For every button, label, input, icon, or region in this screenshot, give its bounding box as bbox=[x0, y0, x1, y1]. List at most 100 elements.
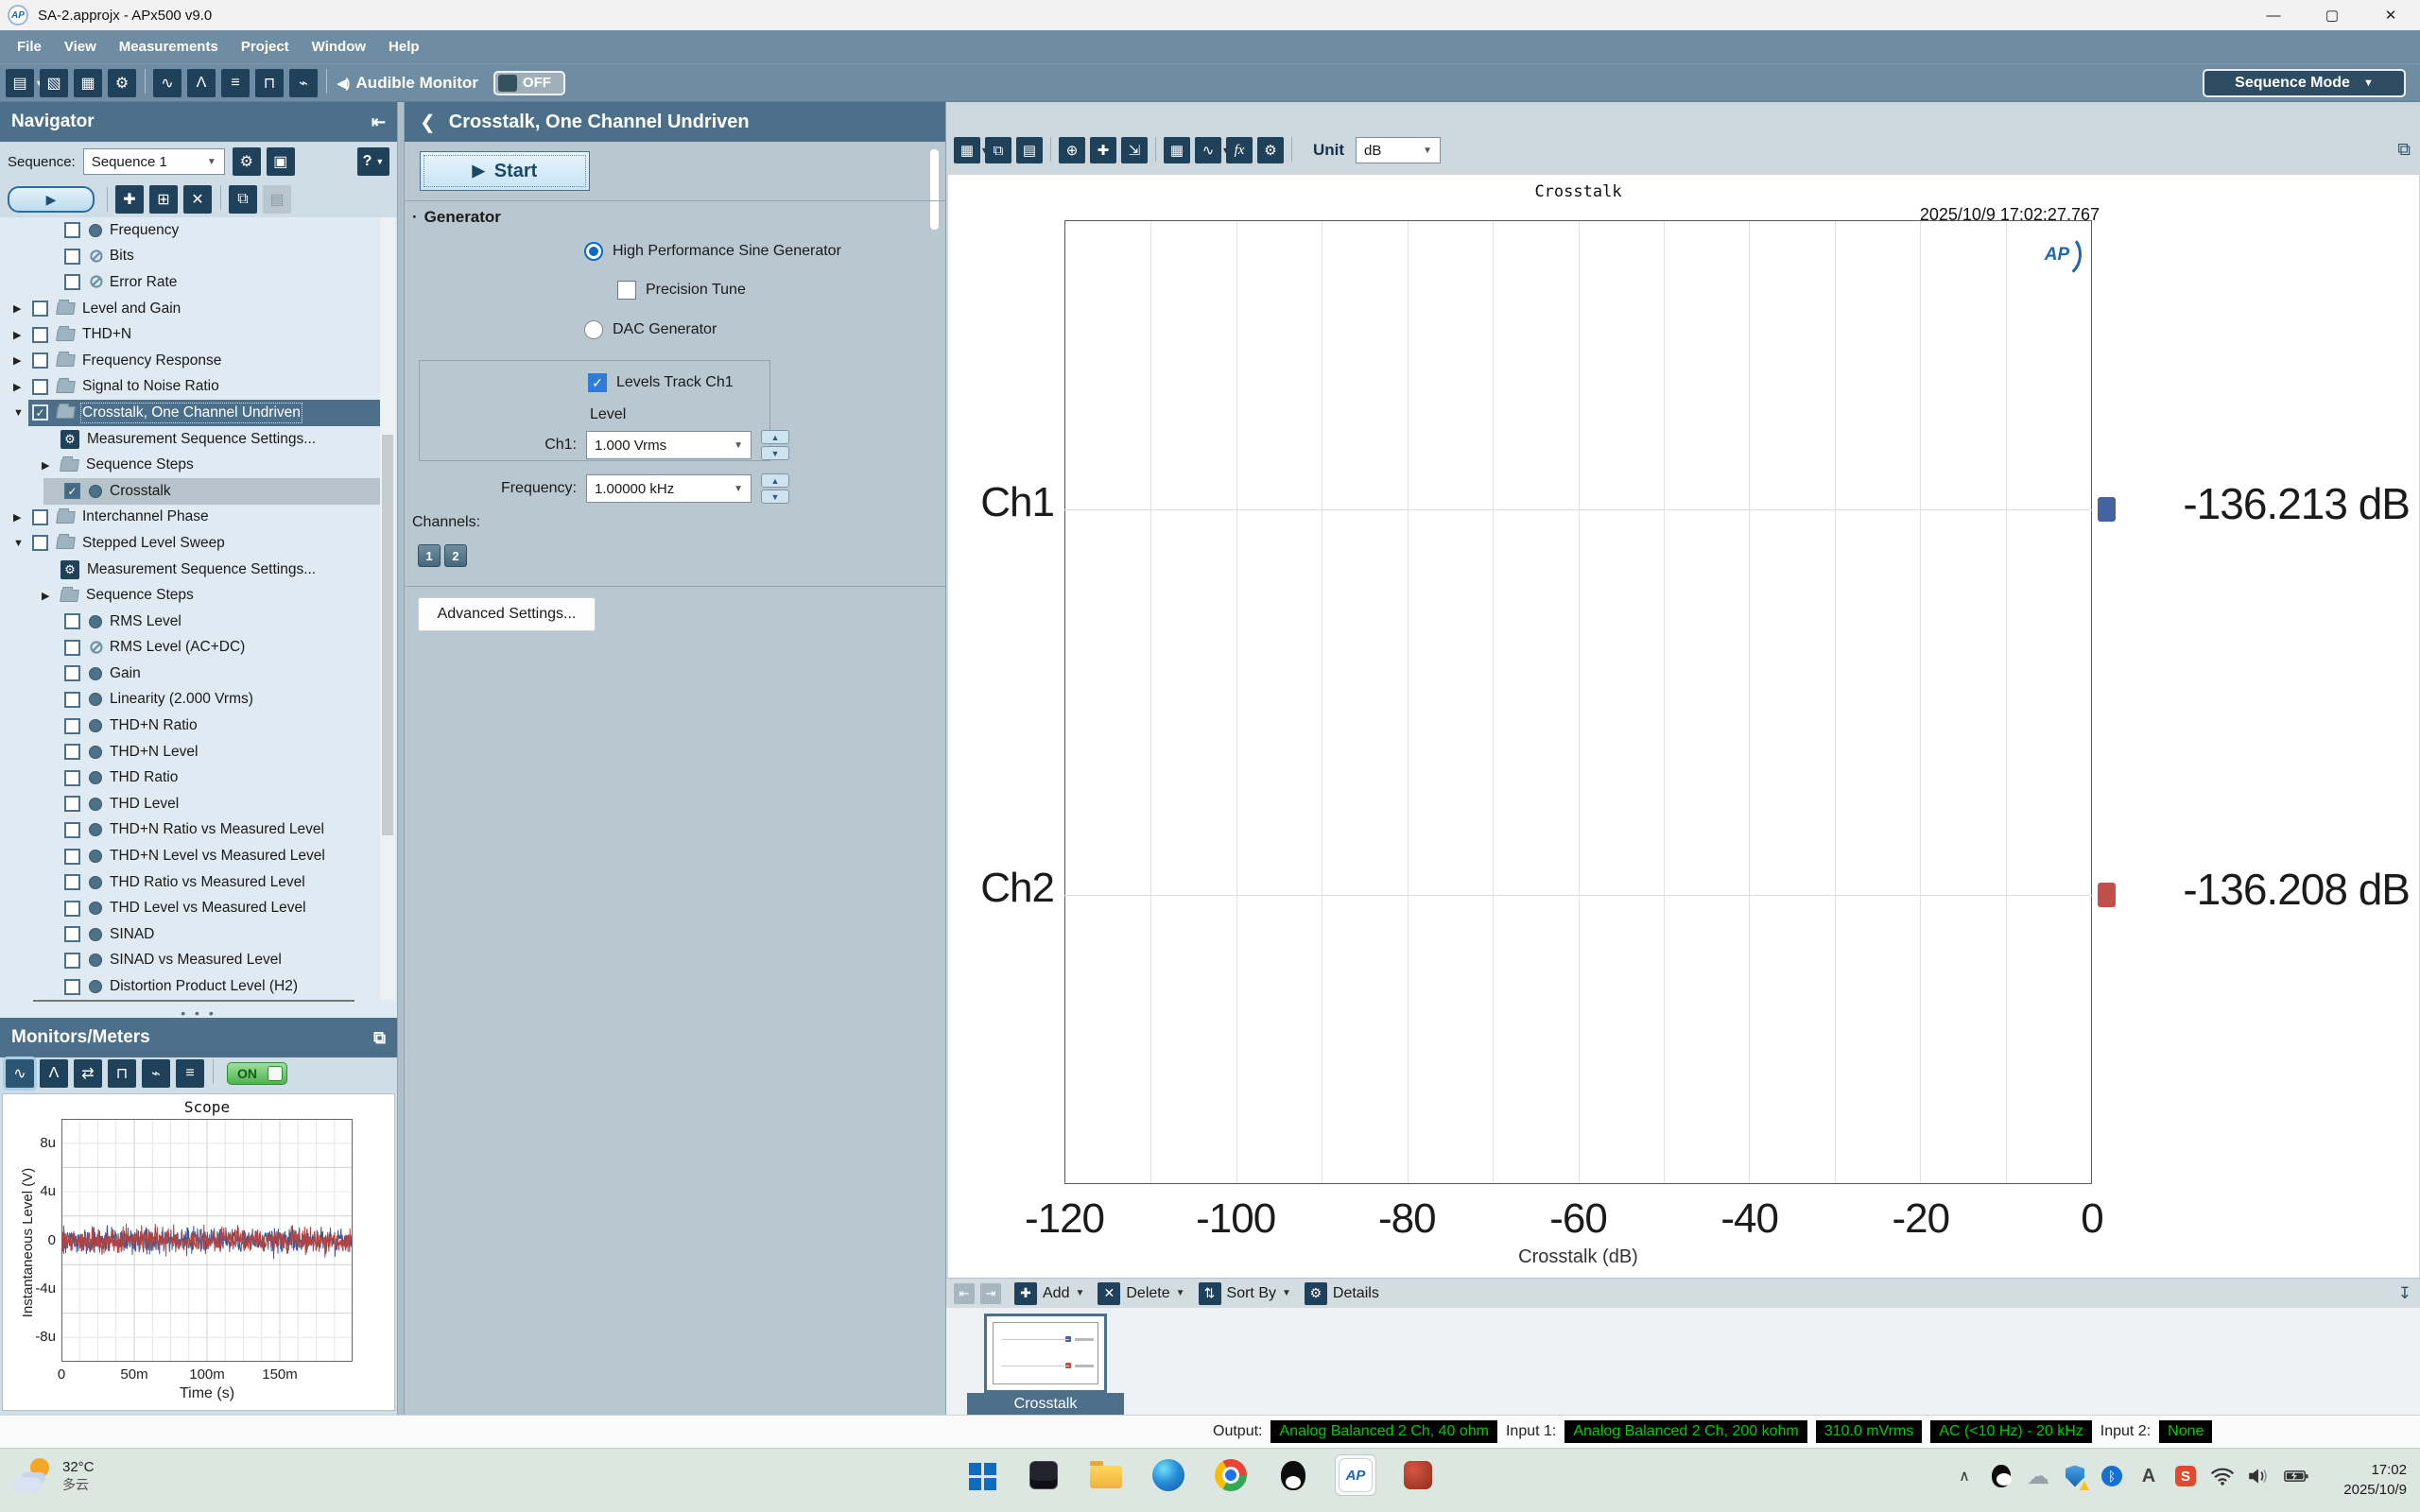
maximize-button[interactable]: ▢ bbox=[2303, 0, 2361, 30]
checkbox-unchecked-icon[interactable] bbox=[64, 953, 80, 969]
close-button[interactable]: ✕ bbox=[2361, 0, 2420, 30]
expand-expander-icon[interactable]: ▶ bbox=[13, 329, 32, 341]
ch1-level-input[interactable]: 1.000 Vrms ▼ bbox=[586, 431, 752, 459]
tree-item[interactable]: Frequency bbox=[0, 217, 380, 244]
taskbar-clock[interactable]: 17:02 2025/10/9 bbox=[2343, 1460, 2407, 1500]
last-result-icon[interactable]: ⇥ bbox=[980, 1283, 1001, 1304]
hp-sine-option[interactable]: High Performance Sine Generator bbox=[584, 242, 841, 261]
io-view-icon[interactable]: ⇄ bbox=[74, 1059, 102, 1088]
open-project-icon[interactable]: ▧ bbox=[40, 69, 68, 97]
checkbox-unchecked-icon[interactable] bbox=[32, 535, 48, 551]
channel-2-button[interactable]: 2 bbox=[444, 544, 467, 567]
step-down-icon[interactable]: ▼ bbox=[761, 446, 789, 460]
meters-monitor-icon[interactable]: ≡ bbox=[221, 69, 250, 97]
tree-item[interactable]: THD Level bbox=[0, 791, 380, 817]
print-graph-icon[interactable]: ▤ bbox=[1016, 137, 1043, 163]
tim-app-icon[interactable] bbox=[1397, 1454, 1439, 1496]
defender-tray-icon[interactable] bbox=[2063, 1462, 2087, 1490]
onedrive-tray-icon[interactable]: ☁ bbox=[2026, 1462, 2050, 1490]
checkbox-checked-icon[interactable]: ✓ bbox=[32, 404, 48, 421]
apx500-app-icon[interactable]: AP bbox=[1335, 1454, 1376, 1496]
checkbox-unchecked-icon[interactable] bbox=[64, 274, 80, 290]
menu-view[interactable]: View bbox=[53, 30, 108, 63]
first-result-icon[interactable]: ⇤ bbox=[954, 1283, 975, 1304]
vertical-splitter[interactable] bbox=[397, 102, 405, 1415]
input1-config-badge[interactable]: AC (<10 Hz) - 20 kHz bbox=[1930, 1420, 2091, 1443]
tree-item[interactable]: THD+N Ratio bbox=[0, 713, 380, 739]
result-thumbnail-label[interactable]: Crosstalk bbox=[967, 1393, 1124, 1415]
pan-graph-icon[interactable]: ✚ bbox=[1090, 137, 1116, 163]
save-project-icon[interactable]: ▦ bbox=[74, 69, 102, 97]
checkbox-unchecked-icon[interactable] bbox=[64, 849, 80, 865]
precision-tune-option[interactable]: Precision Tune bbox=[617, 281, 746, 300]
explorer-app-icon[interactable] bbox=[1085, 1454, 1127, 1496]
battery-tray-icon[interactable] bbox=[2284, 1462, 2308, 1490]
menu-file[interactable]: File bbox=[6, 30, 53, 63]
fft-monitor-icon[interactable]: Λ bbox=[187, 69, 216, 97]
graph-settings-icon[interactable]: ⚙ bbox=[1257, 137, 1284, 163]
tree-item[interactable]: THD Level vs Measured Level bbox=[0, 895, 380, 921]
expand-expander-icon[interactable]: ▶ bbox=[13, 511, 32, 524]
checkbox-unchecked-icon[interactable] bbox=[64, 692, 80, 708]
fft-view-icon[interactable]: Λ bbox=[40, 1059, 68, 1088]
tree-item[interactable]: ▶THD+N bbox=[0, 321, 380, 348]
delete-button[interactable]: ✕Delete▼ bbox=[1098, 1282, 1184, 1305]
scrollbar-thumb[interactable] bbox=[382, 435, 393, 835]
tree-item[interactable]: SINAD vs Measured Level bbox=[0, 948, 380, 974]
tree-item[interactable]: THD Ratio vs Measured Level bbox=[0, 869, 380, 896]
ch1-level-stepper[interactable]: ▲▼ bbox=[761, 430, 789, 460]
tree-item[interactable]: Distortion Product Level (H2) bbox=[0, 973, 380, 1000]
checkbox-unchecked-icon[interactable] bbox=[32, 327, 48, 343]
add-view-icon[interactable]: ⌁ bbox=[142, 1059, 170, 1088]
minimize-button[interactable]: — bbox=[2244, 0, 2303, 30]
checkbox-unchecked-icon[interactable] bbox=[32, 509, 48, 525]
start-button[interactable]: ▶ Start bbox=[420, 151, 590, 191]
chrome-app-icon[interactable] bbox=[1210, 1454, 1252, 1496]
tree-item[interactable]: ⚙Measurement Sequence Settings... bbox=[0, 426, 380, 453]
checkbox-checked-icon[interactable]: ✓ bbox=[588, 373, 607, 392]
checkbox-unchecked-icon[interactable] bbox=[64, 665, 80, 681]
checkbox-unchecked-icon[interactable] bbox=[64, 874, 80, 890]
tree-item[interactable]: THD+N Level bbox=[0, 739, 380, 765]
input1-config-badge[interactable]: 310.0 mVrms bbox=[1816, 1420, 1923, 1443]
checkbox-unchecked-icon[interactable] bbox=[64, 796, 80, 812]
scope-view-icon[interactable]: ∿ bbox=[6, 1059, 34, 1088]
widgets-app-icon[interactable] bbox=[1023, 1454, 1064, 1496]
help-button[interactable]: ? ▼ bbox=[357, 147, 389, 176]
sequence-mode-button[interactable]: Sequence Mode ▼ bbox=[2203, 69, 2406, 97]
checkbox-unchecked-icon[interactable] bbox=[64, 926, 80, 942]
ime-tray-icon[interactable]: A bbox=[2136, 1462, 2161, 1490]
result-thumbnail[interactable] bbox=[984, 1314, 1107, 1393]
tray-expand-icon[interactable]: ∧ bbox=[1952, 1462, 1977, 1490]
collapse-panel-icon[interactable]: ⇤ bbox=[372, 112, 386, 132]
bluetooth-tray-icon[interactable]: ᛒ bbox=[2100, 1462, 2124, 1490]
autoscale-graph-icon[interactable]: ⇲ bbox=[1121, 137, 1148, 163]
frequency-stepper[interactable]: ▲▼ bbox=[761, 473, 789, 504]
meters-view-icon[interactable]: ≡ bbox=[176, 1059, 204, 1088]
sort-by-button[interactable]: ⇅Sort By▼ bbox=[1199, 1282, 1291, 1305]
input2-config-badge[interactable]: None bbox=[2159, 1420, 2212, 1443]
sequence-protect-icon[interactable]: ▣ bbox=[267, 147, 295, 176]
audible-monitor-toggle[interactable]: OFF bbox=[493, 71, 565, 95]
collapse-expander-icon[interactable]: ▼ bbox=[13, 538, 32, 549]
input1-config-badge[interactable]: Analog Balanced 2 Ch, 200 kohm bbox=[1564, 1420, 1806, 1443]
tree-item[interactable]: THD Ratio bbox=[0, 765, 380, 791]
popout-icon[interactable]: ⧉ bbox=[2397, 140, 2411, 161]
new-project-icon[interactable]: ▤▼ bbox=[6, 69, 34, 97]
tree-item[interactable]: SINAD bbox=[0, 921, 380, 948]
tree-item[interactable]: RMS Level bbox=[0, 609, 380, 635]
add-monitor-icon[interactable]: ⌁ bbox=[289, 69, 318, 97]
details-button[interactable]: ⚙Details bbox=[1305, 1282, 1379, 1305]
expand-expander-icon[interactable]: ▶ bbox=[13, 381, 32, 393]
checkbox-checked-icon[interactable]: ✓ bbox=[64, 483, 80, 499]
monitors-on-toggle[interactable]: ON bbox=[227, 1062, 287, 1085]
copy-item-icon[interactable]: ⧉ bbox=[229, 185, 257, 214]
run-sequence-button[interactable]: ▶ bbox=[8, 186, 95, 213]
expand-expander-icon[interactable]: ▶ bbox=[42, 459, 60, 472]
step-down-icon[interactable]: ▼ bbox=[761, 490, 789, 504]
checkbox-unchecked-icon[interactable] bbox=[32, 352, 48, 369]
tree-item[interactable]: ▶Sequence Steps bbox=[0, 452, 380, 478]
volume-tray-icon[interactable] bbox=[2247, 1462, 2272, 1490]
project-settings-icon[interactable]: ⚙ bbox=[108, 69, 136, 97]
menu-measurements[interactable]: Measurements bbox=[108, 30, 230, 63]
